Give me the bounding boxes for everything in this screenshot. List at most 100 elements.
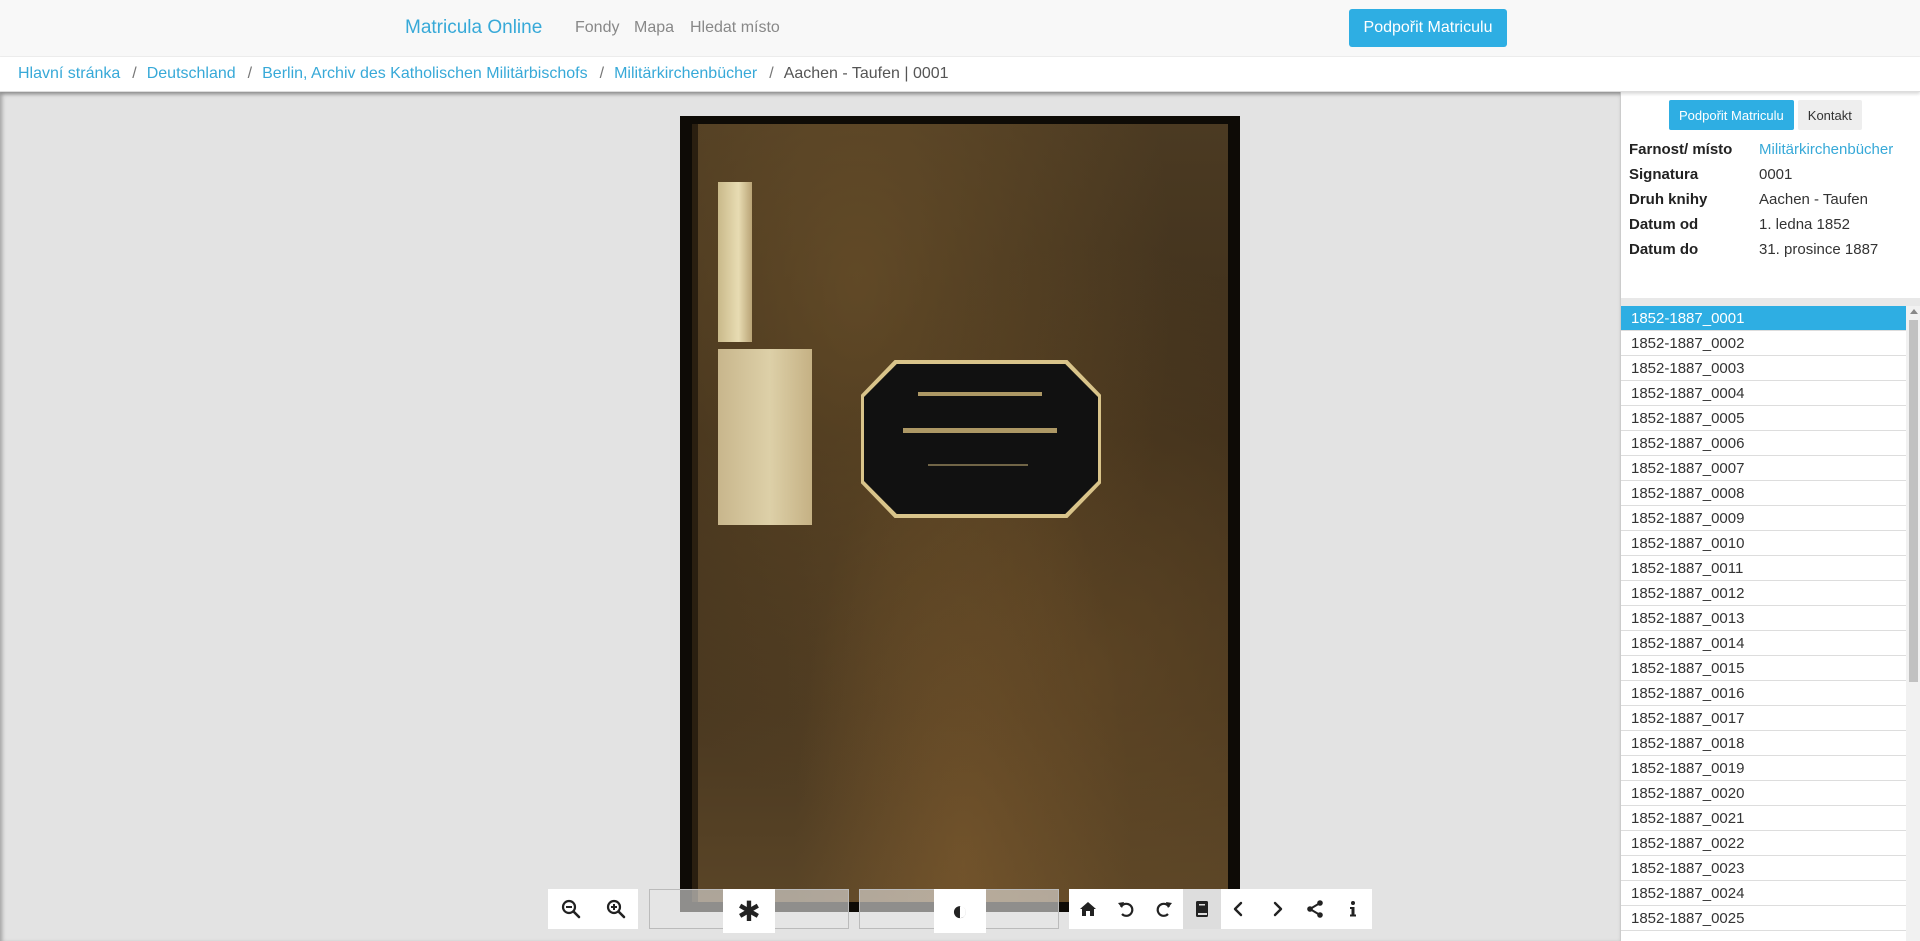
- zoom-out-icon: [561, 899, 580, 919]
- page-list-item[interactable]: 1852-1887_0021: [1621, 806, 1906, 831]
- book-button[interactable]: [1182, 889, 1221, 929]
- info-row-date-from: Datum od 1. ledna 1852: [1629, 212, 1893, 237]
- scroll-up-arrow-icon[interactable]: [1910, 309, 1918, 314]
- nav-hledat-misto[interactable]: Hledat místo: [690, 19, 780, 37]
- zoom-out-button[interactable]: [548, 889, 593, 929]
- brand-link[interactable]: Matricula Online: [405, 17, 542, 39]
- breadcrumb-archive[interactable]: Berlin, Archiv des Katholischen Militärb…: [262, 65, 587, 83]
- side-panel: Podpořit Matriculu Kontakt Farnost/ míst…: [1620, 92, 1920, 941]
- panel-divider: [1621, 298, 1920, 306]
- rotate-right-icon: [1156, 902, 1172, 917]
- page-list-item[interactable]: 1852-1887_0003: [1621, 356, 1906, 381]
- contrast-slider[interactable]: ◐: [859, 889, 1059, 933]
- page-list-item[interactable]: 1852-1887_0020: [1621, 781, 1906, 806]
- breadcrumb-separator: /: [769, 65, 774, 82]
- page-list-item[interactable]: 1852-1887_0023: [1621, 856, 1906, 881]
- page-list-item[interactable]: 1852-1887_0001: [1621, 306, 1906, 331]
- cover-script-line: [903, 428, 1057, 433]
- spine-label: [718, 349, 812, 525]
- info-label: Datum do: [1629, 241, 1699, 258]
- side-tabs: Podpořit Matriculu Kontakt: [1669, 100, 1862, 130]
- home-button[interactable]: [1069, 889, 1107, 929]
- top-navbar: Matricula Online Fondy Mapa Hledat místo…: [0, 0, 1920, 57]
- page-list-item[interactable]: 1852-1887_0008: [1621, 481, 1906, 506]
- chevron-right-icon: [1274, 901, 1283, 917]
- info-value: 0001: [1759, 166, 1793, 183]
- info-row-date-to: Datum do 31. prosince 1887: [1629, 237, 1893, 262]
- breadcrumb-current: Aachen - Taufen | 0001: [783, 65, 949, 82]
- page-list-item[interactable]: 1852-1887_0014: [1621, 631, 1906, 656]
- page-list-item[interactable]: 1852-1887_0019: [1621, 756, 1906, 781]
- contrast-icon[interactable]: ◐: [934, 889, 986, 933]
- page-list-scrollbar[interactable]: [1906, 306, 1920, 941]
- next-page-button[interactable]: [1258, 889, 1296, 929]
- info-label: Druh knihy: [1629, 191, 1708, 208]
- share-icon: [1307, 900, 1323, 918]
- nav-fondy[interactable]: Fondy: [575, 19, 619, 37]
- breadcrumb-separator: /: [132, 65, 137, 82]
- page-list-item[interactable]: 1852-1887_0007: [1621, 456, 1906, 481]
- page-list-item[interactable]: 1852-1887_0006: [1621, 431, 1906, 456]
- page-list-item[interactable]: 1852-1887_0013: [1621, 606, 1906, 631]
- rotate-left-button[interactable]: [1107, 889, 1145, 929]
- info-label: Datum od: [1629, 216, 1699, 233]
- page-list-item[interactable]: 1852-1887_0018: [1621, 731, 1906, 756]
- page-list-item[interactable]: 1852-1887_0012: [1621, 581, 1906, 606]
- page-list-item[interactable]: 1852-1887_0015: [1621, 656, 1906, 681]
- cover-title-plate: [864, 364, 1098, 514]
- page-list-item[interactable]: 1852-1887_0005: [1621, 406, 1906, 431]
- rotate-left-icon: [1117, 902, 1134, 917]
- tab-contact[interactable]: Kontakt: [1797, 100, 1862, 130]
- page-list-item[interactable]: 1852-1887_0024: [1621, 881, 1906, 906]
- chevron-left-icon: [1234, 901, 1243, 917]
- share-button[interactable]: [1296, 889, 1334, 929]
- navigation-controls: [1069, 889, 1372, 929]
- info-value: 1. ledna 1852: [1759, 216, 1850, 233]
- cover-script-line: [928, 464, 1028, 466]
- book-cover: [692, 124, 1228, 902]
- book-info: Farnost/ místo Militärkirchenbücher Sign…: [1629, 137, 1893, 262]
- info-icon: [1350, 901, 1357, 917]
- scanned-page-image[interactable]: [680, 116, 1240, 912]
- info-label: Farnost/ místo: [1629, 141, 1733, 158]
- zoom-in-icon: [606, 899, 625, 919]
- page-list[interactable]: 1852-1887_0001 1852-1887_0002 1852-1887_00…: [1621, 306, 1906, 941]
- info-button[interactable]: [1334, 889, 1372, 929]
- breadcrumb-separator: /: [247, 65, 253, 82]
- page-list-item[interactable]: 1852-1887_0016: [1621, 681, 1906, 706]
- brightness-slider[interactable]: ✱: [649, 889, 849, 933]
- info-value: Aachen - Taufen: [1759, 191, 1868, 208]
- support-button[interactable]: Podpořit Matriculu: [1349, 9, 1507, 47]
- page-list-item[interactable]: 1852-1887_0017: [1621, 706, 1906, 731]
- rotate-right-button[interactable]: [1145, 889, 1183, 929]
- info-row-signature: Signatura 0001: [1629, 162, 1893, 187]
- zoom-controls: [548, 889, 638, 929]
- tab-support[interactable]: Podpořit Matriculu: [1669, 100, 1794, 130]
- breadcrumb-home[interactable]: Hlavní stránka: [18, 65, 120, 83]
- page-list-item[interactable]: 1852-1887_0010: [1621, 531, 1906, 556]
- page-list-item[interactable]: 1852-1887_0009: [1621, 506, 1906, 531]
- parish-link[interactable]: Militärkirchenbücher: [1759, 141, 1893, 158]
- breadcrumb-separator: /: [599, 65, 605, 82]
- zoom-in-button[interactable]: [593, 889, 638, 929]
- image-viewer[interactable]: [0, 92, 1620, 941]
- home-icon: [1079, 902, 1096, 916]
- page-list-item[interactable]: 1852-1887_0011: [1621, 556, 1906, 581]
- breadcrumb: Hlavní stránka / Deutschland / Berlin, A…: [0, 57, 1920, 92]
- prev-page-button[interactable]: [1221, 889, 1259, 929]
- nav-mapa[interactable]: Mapa: [634, 19, 674, 37]
- spine-label: [718, 182, 752, 342]
- scrollbar-thumb[interactable]: [1909, 320, 1918, 682]
- page-list-item[interactable]: 1852-1887_0025: [1621, 906, 1906, 931]
- breadcrumb-parish[interactable]: Militärkirchenbücher: [614, 65, 757, 83]
- asterisk-icon[interactable]: ✱: [723, 889, 775, 933]
- cover-script-line: [918, 392, 1042, 396]
- page-list-item[interactable]: 1852-1887_0002: [1621, 331, 1906, 356]
- book-icon: [1195, 901, 1208, 917]
- info-value: 31. prosince 1887: [1759, 241, 1879, 258]
- breadcrumb-country[interactable]: Deutschland: [147, 65, 236, 83]
- page-list-item[interactable]: 1852-1887_0022: [1621, 831, 1906, 856]
- page-list-item[interactable]: 1852-1887_0004: [1621, 381, 1906, 406]
- info-row-type: Druh knihy Aachen - Taufen: [1629, 187, 1893, 212]
- info-row-parish: Farnost/ místo Militärkirchenbücher: [1629, 137, 1893, 162]
